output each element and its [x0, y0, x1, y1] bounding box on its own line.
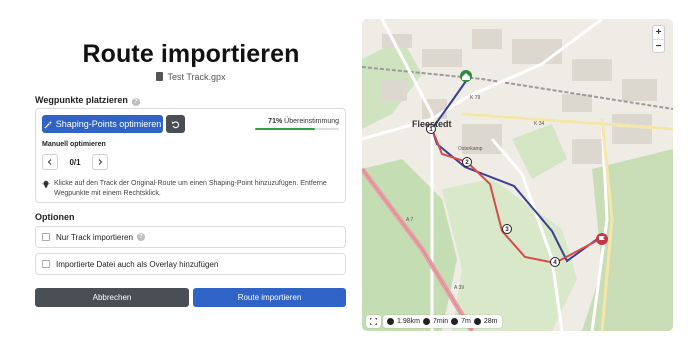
- help-icon[interactable]: ?: [131, 98, 140, 106]
- options-section-label: Optionen: [35, 212, 75, 222]
- reset-button[interactable]: [166, 115, 185, 133]
- ascent-value: 7m: [461, 318, 471, 325]
- route-stats: 1.98km 7min 7m 28m: [383, 315, 502, 328]
- match-progress-bar: [255, 128, 339, 130]
- start-marker[interactable]: [460, 70, 472, 82]
- route-stats-bar: 1.98km 7min 7m 28m: [366, 315, 502, 328]
- zoom-in-button[interactable]: +: [653, 26, 664, 39]
- descent-icon: [473, 318, 481, 325]
- hint-text-row: Klicke auf den Track der Original-Route …: [42, 179, 339, 198]
- waypoints-section-title: Wegpunkte platzieren: [35, 95, 128, 105]
- previous-button[interactable]: [42, 154, 58, 170]
- road-label-a7: A 7: [406, 217, 413, 223]
- distance-value: 1.98km: [397, 318, 420, 325]
- track-only-label: Nur Track importieren: [56, 232, 133, 242]
- clock-icon: [422, 318, 430, 325]
- pager-count: 0/1: [69, 157, 81, 167]
- match-summary: 71% Übereinstimmung: [268, 118, 339, 125]
- manual-optimize-label: Manuell optimieren: [42, 141, 106, 148]
- overlay-checkbox[interactable]: [42, 260, 50, 268]
- match-progress-fill: [255, 128, 315, 130]
- next-button[interactable]: [92, 154, 108, 170]
- overlay-label: Importierte Datei auch als Overlay hinzu…: [56, 259, 219, 269]
- chevron-left-icon: [47, 159, 52, 165]
- duration-value: 7min: [432, 318, 449, 325]
- track-only-option[interactable]: Nur Track importieren ?: [35, 226, 346, 248]
- waypoints-card: Shaping-Points optimieren 71% Übereinsti…: [35, 108, 346, 203]
- town-label: Fleestedt: [412, 119, 452, 129]
- file-name: Test Track.gpx: [167, 72, 226, 82]
- match-percent: 71%: [268, 118, 283, 125]
- map-canvas[interactable]: 1 2 3 4 K 79 K 34 A 7 A 39 Osterkamp: [362, 19, 673, 331]
- help-icon[interactable]: ?: [136, 233, 145, 241]
- distance-icon: [387, 318, 394, 325]
- meadow-area: [442, 179, 577, 331]
- descent-value: 28m: [483, 318, 498, 325]
- end-marker[interactable]: [596, 233, 608, 245]
- fullscreen-icon: [370, 318, 377, 325]
- road-label-k79: K 79: [470, 95, 481, 101]
- ascent-icon: [451, 318, 459, 325]
- optimize-shaping-points-label: Shaping-Points optimieren: [55, 119, 162, 129]
- file-icon: [156, 72, 164, 81]
- optimize-shaping-points-button[interactable]: Shaping-Points optimieren: [42, 115, 163, 133]
- lightbulb-icon: [42, 180, 50, 188]
- zoom-control: + −: [652, 25, 665, 53]
- file-name-row: Test Track.gpx: [0, 72, 382, 82]
- road-label-osterkamp: Osterkamp: [458, 146, 483, 152]
- chevron-right-icon: [98, 159, 103, 165]
- magic-wand-icon: [44, 120, 52, 129]
- waypoints-section-label: Wegpunkte platzieren?: [35, 95, 140, 106]
- import-route-button[interactable]: Route importieren: [193, 288, 346, 307]
- undo-icon: [171, 120, 180, 128]
- cancel-button[interactable]: Abbrechen: [35, 288, 189, 307]
- route-map[interactable]: 1 2 3 4 K 79 K 34 A 7 A 39 Osterkamp Fle…: [362, 19, 673, 331]
- page-title: Route importieren: [82, 40, 300, 68]
- hint-text: Klicke auf den Track der Original-Route …: [54, 180, 327, 197]
- zoom-out-button[interactable]: −: [653, 39, 664, 52]
- track-only-checkbox[interactable]: [42, 233, 50, 241]
- match-text: Übereinstimmung: [284, 118, 339, 125]
- road-label-k34: K 34: [534, 121, 545, 127]
- overlay-option[interactable]: Importierte Datei auch als Overlay hinzu…: [35, 253, 346, 275]
- waypoint-pager: 0/1: [42, 153, 108, 171]
- road-label-a39: A 39: [454, 285, 464, 291]
- fullscreen-button[interactable]: [366, 315, 381, 328]
- import-panel: Route importieren Test Track.gpx Wegpunk…: [0, 0, 360, 349]
